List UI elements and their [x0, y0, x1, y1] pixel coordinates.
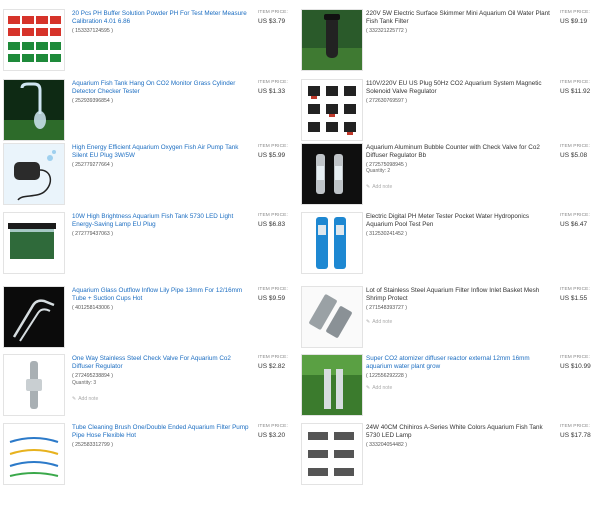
note-icon: ✎: [366, 385, 371, 391]
price-label: ITEM PRICE:: [258, 144, 288, 149]
item-sku: ( 332321225772 ): [366, 27, 407, 34]
price-label: ITEM PRICE:: [560, 213, 590, 218]
price-label: ITEM PRICE:: [560, 424, 590, 429]
item-title[interactable]: One Way Stainless Steel Check Valve For …: [72, 355, 250, 380]
add-note-link[interactable]: ✎ Add note: [366, 319, 392, 325]
price-label: ITEM PRICE:: [560, 287, 590, 292]
item-price: US $5.08: [560, 152, 588, 159]
price-block: ITEM PRICE: US $6.47: [560, 213, 600, 228]
item-title[interactable]: Tube Cleaning Brush One/Double Ended Aqu…: [72, 424, 250, 449]
lily-pipe-icon[interactable]: [3, 286, 65, 348]
ph-buffer-packets-icon[interactable]: [3, 9, 65, 71]
item-title[interactable]: Super CO2 atomizer diffuser reactor exte…: [366, 355, 550, 380]
item-price: US $9.19: [560, 18, 588, 25]
led-lamp-icon[interactable]: [3, 212, 65, 274]
item-title[interactable]: 10W High Brightness Aquarium Fish Tank 5…: [72, 213, 250, 238]
price-block: ITEM PRICE: US $1.33: [258, 80, 298, 95]
price-block: ITEM PRICE: US $6.83: [258, 213, 298, 228]
item-price: US $11.92: [560, 88, 591, 95]
price-label: ITEM PRICE:: [258, 355, 288, 360]
price-label: ITEM PRICE:: [560, 10, 590, 15]
price-block: ITEM PRICE: US $2.82: [258, 355, 298, 370]
price-label: ITEM PRICE:: [560, 355, 590, 360]
quantity-prefix: Quantity:: [72, 380, 93, 386]
price-block: ITEM PRICE: US $1.55: [560, 287, 600, 302]
item-price: US $17.78: [560, 432, 591, 439]
ph-meter-pen-icon[interactable]: [301, 212, 363, 274]
item-sku: ( 272575098945 ): [366, 161, 407, 168]
check-valve-icon[interactable]: [3, 354, 65, 416]
item-price: US $6.83: [258, 221, 286, 228]
quantity-value: 3: [93, 380, 97, 386]
chihiros-lamp-icon[interactable]: [301, 423, 363, 485]
item-sku: ( 252583312799 ): [72, 441, 113, 448]
item-sku: ( 252939396854 ): [72, 97, 113, 104]
item-title[interactable]: Aquarium Aluminum Bubble Counter with Ch…: [366, 144, 550, 169]
item-quantity: Quantity: 2: [366, 168, 390, 174]
price-block: ITEM PRICE: US $3.20: [258, 424, 298, 439]
add-note-link[interactable]: ✎ Add note: [366, 385, 392, 391]
item-sku: ( 312530241452 ): [366, 230, 407, 237]
item-sku: ( 401258143006 ): [72, 304, 113, 311]
bubble-counter-icon[interactable]: [301, 143, 363, 205]
item-price: US $9.59: [258, 295, 286, 302]
item-title[interactable]: Lot of Stainless Steel Aquarium Filter I…: [366, 287, 550, 312]
item-quantity: Quantity: 3: [72, 380, 96, 386]
price-label: ITEM PRICE:: [560, 80, 590, 85]
price-block: ITEM PRICE: US $17.78: [560, 424, 600, 439]
note-icon: ✎: [366, 184, 371, 190]
cleaning-brush-icon[interactable]: [3, 423, 65, 485]
note-icon: ✎: [72, 396, 77, 402]
item-price: US $3.20: [258, 432, 286, 439]
item-sku: ( 272630769597 ): [366, 97, 407, 104]
item-title[interactable]: 20 Pcs PH Buffer Solution Powder PH For …: [72, 10, 250, 35]
quantity-prefix: Quantity:: [366, 168, 387, 174]
price-label: ITEM PRICE:: [560, 144, 590, 149]
price-label: ITEM PRICE:: [258, 80, 288, 85]
item-price: US $6.47: [560, 221, 588, 228]
item-sku: ( 122556292228 ): [366, 372, 407, 379]
price-label: ITEM PRICE:: [258, 10, 288, 15]
price-block: ITEM PRICE: US $5.99: [258, 144, 298, 159]
item-sku: ( 271548393727 ): [366, 304, 407, 311]
price-block: ITEM PRICE: US $3.79: [258, 10, 298, 25]
co2-glass-monitor-icon[interactable]: [3, 79, 65, 141]
item-price: US $1.55: [560, 295, 588, 302]
price-block: ITEM PRICE: US $9.19: [560, 10, 600, 25]
item-price: US $10.99: [560, 363, 591, 370]
item-sku: ( 252779277664 ): [72, 161, 113, 168]
price-block: ITEM PRICE: US $9.59: [258, 287, 298, 302]
quantity-value: 2: [387, 168, 391, 174]
add-note-link[interactable]: ✎ Add note: [72, 396, 98, 402]
price-block: ITEM PRICE: US $10.99: [560, 355, 600, 370]
item-title[interactable]: 110V/220V EU US Plug 50Hz CO2 Aquarium S…: [366, 80, 550, 105]
filter-basket-icon[interactable]: [301, 286, 363, 348]
solenoid-valves-icon[interactable]: [301, 79, 363, 141]
item-price: US $3.79: [258, 18, 286, 25]
item-title[interactable]: Electric Digital PH Meter Tester Pocket …: [366, 213, 550, 238]
item-price: US $2.82: [258, 363, 286, 370]
item-sku: ( 333204054482 ): [366, 441, 407, 448]
price-block: ITEM PRICE: US $11.92: [560, 80, 600, 95]
item-title[interactable]: 220V 5W Electric Surface Skimmer Mini Aq…: [366, 10, 550, 35]
item-title[interactable]: Aquarium Glass Outflow Inflow Lily Pipe …: [72, 287, 250, 312]
item-price: US $1.33: [258, 88, 286, 95]
air-pump-icon[interactable]: [3, 143, 65, 205]
item-title[interactable]: High Energy Efficient Aquarium Oxygen Fi…: [72, 144, 250, 169]
item-price: US $5.99: [258, 152, 286, 159]
item-sku: ( 272779437063 ): [72, 230, 113, 237]
item-title[interactable]: 24W 40CM Chihiros A-Series White Colors …: [366, 424, 550, 449]
item-title[interactable]: Aquarium Fish Tank Hang On CO2 Monitor G…: [72, 80, 250, 105]
skimmer-filter-icon[interactable]: [301, 9, 363, 71]
price-label: ITEM PRICE:: [258, 287, 288, 292]
price-block: ITEM PRICE: US $5.08: [560, 144, 600, 159]
co2-atomizer-icon[interactable]: [301, 354, 363, 416]
note-icon: ✎: [366, 319, 371, 325]
price-label: ITEM PRICE:: [258, 213, 288, 218]
add-note-link[interactable]: ✎ Add note: [366, 184, 392, 190]
item-sku: ( 153337124595 ): [72, 27, 113, 34]
price-label: ITEM PRICE:: [258, 424, 288, 429]
item-sku: ( 272495238894 ): [72, 372, 113, 379]
